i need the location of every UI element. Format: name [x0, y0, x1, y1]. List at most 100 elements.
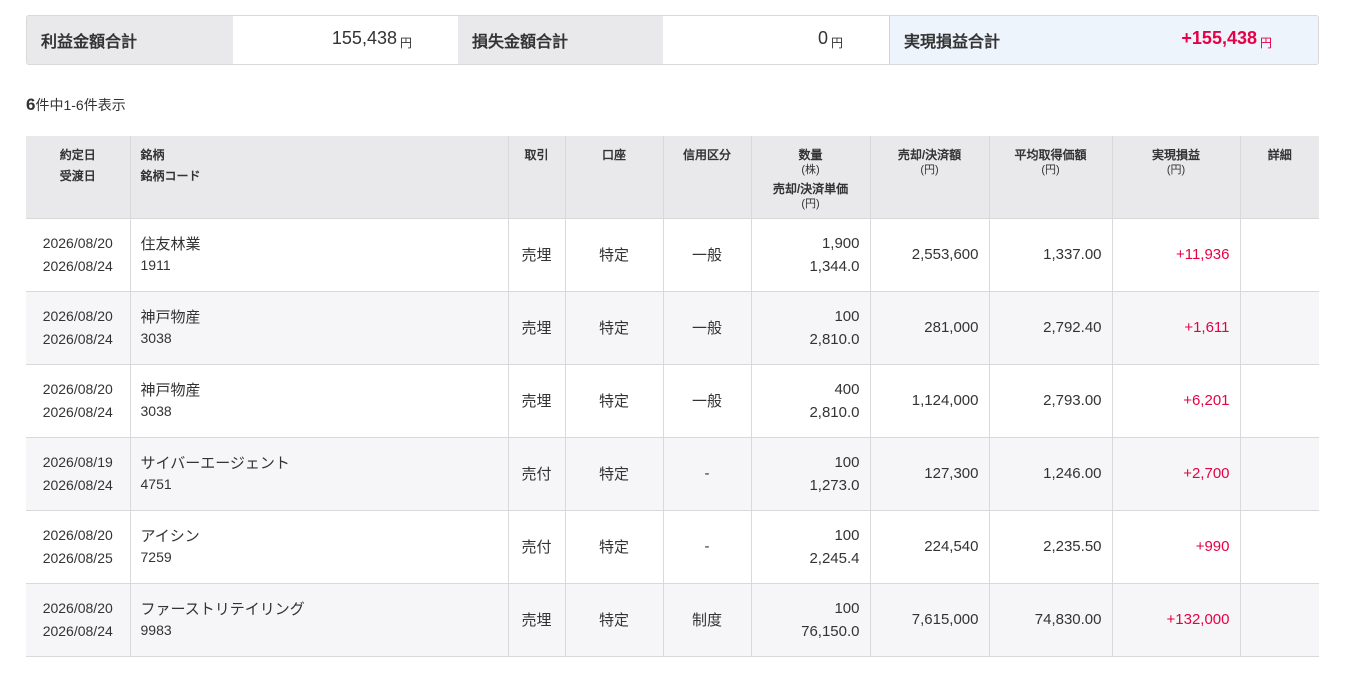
quantity: 100 [834, 526, 860, 544]
table-row: 2026/08/20 2026/08/24 神戸物産 3038 売埋 特定 一般… [26, 290, 1319, 364]
header-amount-unit: (円) [920, 164, 939, 176]
header-detail: 詳細 [1239, 136, 1319, 218]
table-row: 2026/08/20 2026/08/24 住友林業 1911 売埋 特定 一般… [26, 217, 1319, 291]
detail-cell[interactable] [1239, 290, 1319, 364]
stock-name: アイシン [140, 527, 200, 545]
sell-amount: 2,553,600 [869, 217, 989, 291]
sell-price: 2,810.0 [809, 403, 860, 421]
sell-price: 1,273.0 [809, 476, 860, 494]
header-avg: 平均取得価額 (円) [988, 136, 1112, 218]
row-qty-price: 100 76,150.0 [750, 582, 870, 657]
realized-pl-total-unit: 円 [1259, 36, 1272, 50]
contract-date: 2026/08/20 [42, 526, 113, 543]
header-qty-unit: (株) [801, 164, 820, 176]
delivery-date: 2026/08/24 [42, 403, 113, 420]
table-header-row: 約定日 受渡日 銘柄 銘柄コード 取引 口座 信用区分 数量 (株) 売却/決済… [26, 136, 1319, 218]
stock-code: 3038 [140, 329, 172, 346]
avg-cost: 2,235.50 [988, 509, 1112, 583]
contract-date: 2026/08/20 [42, 234, 113, 251]
row-stock: アイシン 7259 [129, 509, 508, 583]
header-price-unit: (円) [801, 198, 820, 210]
header-pl-label: 実現損益 [1151, 148, 1200, 162]
credit-type: - [662, 436, 751, 510]
stock-code: 7259 [140, 548, 172, 565]
stock-code: 1911 [140, 256, 171, 273]
row-stock: 神戸物産 3038 [129, 290, 508, 364]
detail-cell[interactable] [1239, 509, 1319, 583]
header-dates: 約定日 受渡日 [26, 136, 130, 218]
detail-cell[interactable] [1239, 582, 1319, 657]
realized-pl: +6,201 [1111, 363, 1240, 437]
credit-type: 一般 [662, 363, 751, 437]
row-dates: 2026/08/19 2026/08/24 [26, 436, 130, 510]
detail-cell[interactable] [1239, 217, 1319, 291]
row-stock: 神戸物産 3038 [129, 363, 508, 437]
stock-code: 9983 [140, 621, 172, 638]
credit-type: - [662, 509, 751, 583]
delivery-date: 2026/08/25 [42, 549, 113, 566]
stock-name: ファーストリテイリング [140, 600, 305, 618]
header-qty-price: 数量 (株) 売却/決済単価 (円) [750, 136, 870, 218]
profit-total-unit: 円 [399, 36, 412, 50]
realized-pl-total-value: +155,438 円 [1094, 16, 1318, 64]
header-contract-date: 約定日 [59, 148, 96, 162]
header-stock-code: 銘柄コード [140, 169, 201, 183]
avg-cost: 2,793.00 [988, 363, 1112, 437]
table-row: 2026/08/19 2026/08/24 サイバーエージェント 4751 売付… [26, 436, 1319, 510]
account-type: 特定 [564, 582, 663, 657]
quantity: 100 [834, 599, 860, 617]
loss-total-label: 損失金額合計 [458, 16, 663, 64]
header-trade: 取引 [507, 136, 565, 218]
row-stock: ファーストリテイリング 9983 [129, 582, 508, 657]
sell-amount: 127,300 [869, 436, 989, 510]
sell-price: 1,344.0 [809, 257, 860, 275]
row-qty-price: 100 2,810.0 [750, 290, 870, 364]
header-amount-label: 売却/決済額 [897, 148, 962, 162]
realized-pl-summary: 利益金額合計 155,438 円 損失金額合計 0円 実現損益合計 +155,43… [26, 15, 1319, 65]
delivery-date: 2026/08/24 [42, 476, 113, 493]
contract-date: 2026/08/19 [42, 453, 113, 470]
detail-cell[interactable] [1239, 436, 1319, 510]
account-type: 特定 [564, 217, 663, 291]
trade-type: 売付 [507, 436, 565, 510]
trade-type: 売埋 [507, 217, 565, 291]
row-qty-price: 100 1,273.0 [750, 436, 870, 510]
delivery-date: 2026/08/24 [42, 622, 113, 639]
row-qty-price: 400 2,810.0 [750, 363, 870, 437]
header-account: 口座 [564, 136, 663, 218]
header-amount: 売却/決済額 (円) [869, 136, 989, 218]
quantity: 400 [834, 380, 860, 398]
trade-type: 売埋 [507, 290, 565, 364]
header-delivery-date: 受渡日 [59, 169, 96, 183]
trade-type: 売埋 [507, 582, 565, 657]
trade-type: 売埋 [507, 363, 565, 437]
header-credit: 信用区分 [662, 136, 751, 218]
profit-total-label: 利益金額合計 [27, 16, 233, 64]
detail-cell[interactable] [1239, 363, 1319, 437]
account-type: 特定 [564, 363, 663, 437]
sell-amount: 281,000 [869, 290, 989, 364]
account-type: 特定 [564, 290, 663, 364]
row-qty-price: 1,900 1,344.0 [750, 217, 870, 291]
table-row: 2026/08/20 2026/08/25 アイシン 7259 売付 特定 - … [26, 509, 1319, 583]
row-dates: 2026/08/20 2026/08/24 [26, 290, 130, 364]
account-type: 特定 [564, 509, 663, 583]
stock-code: 3038 [140, 402, 172, 419]
avg-cost: 1,246.00 [988, 436, 1112, 510]
row-dates: 2026/08/20 2026/08/24 [26, 582, 130, 657]
credit-type: 一般 [662, 217, 751, 291]
loss-total-value: 0円 [663, 16, 889, 64]
realized-pl: +2,700 [1111, 436, 1240, 510]
header-pl: 実現損益 (円) [1111, 136, 1240, 218]
contract-date: 2026/08/20 [42, 380, 113, 397]
quantity: 1,900 [821, 234, 860, 252]
realized-pl: +132,000 [1111, 582, 1240, 657]
sell-price: 2,810.0 [809, 330, 860, 348]
realized-pl: +11,936 [1111, 217, 1240, 291]
realized-pl-table: 約定日 受渡日 銘柄 銘柄コード 取引 口座 信用区分 数量 (株) 売却/決済… [26, 136, 1319, 657]
stock-name: 神戸物産 [140, 308, 201, 326]
realized-pl-total-label: 実現損益合計 [889, 16, 1094, 64]
delivery-date: 2026/08/24 [42, 330, 113, 347]
header-avg-unit: (円) [1041, 164, 1060, 176]
sell-amount: 1,124,000 [869, 363, 989, 437]
